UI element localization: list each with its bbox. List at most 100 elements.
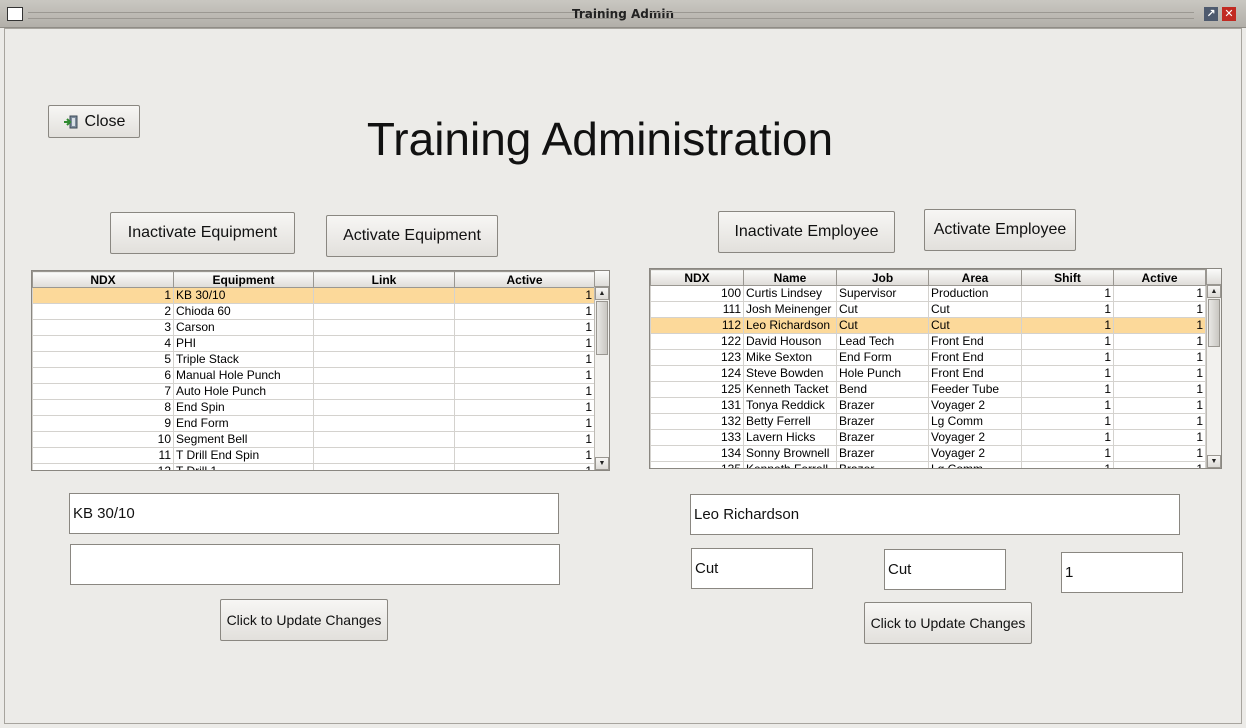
table-row[interactable]: 8 End Spin 1 xyxy=(32,399,595,416)
cell-shift[interactable]: 1 xyxy=(1021,429,1114,446)
table-row[interactable]: 125 Kenneth Tacket Bend Feeder Tube 1 1 xyxy=(650,381,1206,398)
cell-ndx[interactable]: 111 xyxy=(650,301,744,318)
table-row[interactable]: 122 David Houson Lead Tech Front End 1 1 xyxy=(650,333,1206,350)
close-window-icon[interactable]: ✕ xyxy=(1222,7,1236,21)
equipment-table[interactable]: NDX Equipment Link Active 1 KB 30/10 1 2 Chioda… xyxy=(31,270,610,471)
equipment-name-field[interactable]: KB 30/10 xyxy=(69,493,559,534)
cell-ndx[interactable]: 12 xyxy=(32,463,174,470)
table-row[interactable]: 2 Chioda 60 1 xyxy=(32,303,595,320)
cell-name[interactable]: Steve Bowden xyxy=(743,365,837,382)
cell-link[interactable] xyxy=(313,447,455,464)
cell-equipment[interactable]: Carson xyxy=(173,319,314,336)
cell-active[interactable]: 1 xyxy=(454,383,595,400)
cell-link[interactable] xyxy=(313,335,455,352)
cell-equipment[interactable]: Chioda 60 xyxy=(173,303,314,320)
cell-ndx[interactable]: 8 xyxy=(32,399,174,416)
cell-ndx[interactable]: 134 xyxy=(650,445,744,462)
cell-active[interactable]: 1 xyxy=(454,287,595,304)
table-row[interactable]: 132 Betty Ferrell Brazer Lg Comm 1 1 xyxy=(650,413,1206,430)
table-row[interactable]: 124 Steve Bowden Hole Punch Front End 1 1 xyxy=(650,365,1206,382)
cell-shift[interactable]: 1 xyxy=(1021,461,1114,468)
cell-equipment[interactable]: PHI xyxy=(173,335,314,352)
cell-job[interactable]: Bend xyxy=(836,381,929,398)
cell-ndx[interactable]: 3 xyxy=(32,319,174,336)
cell-link[interactable] xyxy=(313,287,455,304)
cell-name[interactable]: Mike Sexton xyxy=(743,349,837,366)
cell-job[interactable]: Brazer xyxy=(836,445,929,462)
cell-active[interactable]: 1 xyxy=(1113,317,1206,334)
cell-equipment[interactable]: Auto Hole Punch xyxy=(173,383,314,400)
table-row[interactable]: 4 PHI 1 xyxy=(32,335,595,352)
cell-area[interactable]: Cut xyxy=(928,317,1022,334)
cell-link[interactable] xyxy=(313,463,455,470)
table-row[interactable]: 135 Kenneth Ferrell Brazer Lg Comm 1 1 xyxy=(650,461,1206,468)
cell-ndx[interactable]: 125 xyxy=(650,381,744,398)
cell-name[interactable]: Kenneth Ferrell xyxy=(743,461,837,468)
equipment-column-header[interactable]: Equipment xyxy=(173,271,314,288)
table-row[interactable]: 133 Lavern Hicks Brazer Voyager 211 xyxy=(650,429,1206,446)
cell-shift[interactable]: 1 xyxy=(1021,317,1114,334)
cell-job[interactable]: Supervisor xyxy=(836,285,929,302)
cell-ndx[interactable]: 10 xyxy=(32,431,174,448)
cell-link[interactable] xyxy=(313,367,455,384)
table-row[interactable]: 9 End Form 1 xyxy=(32,415,595,432)
employee-shift-field[interactable]: 1 xyxy=(1061,552,1183,593)
table-row[interactable]: 123 Mike Sexton End Form Front End 1 1 xyxy=(650,349,1206,366)
table-row[interactable]: 12 T Drill 1 1 xyxy=(32,463,595,470)
cell-name[interactable]: Betty Ferrell xyxy=(743,413,837,430)
table-row[interactable]: 112 Leo Richardson Cut Cut 1 1 xyxy=(650,317,1206,334)
cell-name[interactable]: Tonya Reddick xyxy=(743,397,837,414)
cell-active[interactable]: 1 xyxy=(454,431,595,448)
cell-active[interactable]: 1 xyxy=(1113,285,1206,302)
cell-ndx[interactable]: 6 xyxy=(32,367,174,384)
cell-equipment[interactable]: End Form xyxy=(173,415,314,432)
cell-active[interactable]: 1 xyxy=(1113,461,1206,468)
scrollbar-thumb[interactable] xyxy=(1208,299,1220,347)
employee-column-header[interactable]: Area xyxy=(928,269,1022,286)
cell-ndx[interactable]: 133 xyxy=(650,429,744,446)
cell-ndx[interactable]: 135 xyxy=(650,461,744,468)
cell-name[interactable]: David Houson xyxy=(743,333,837,350)
cell-job[interactable]: End Form xyxy=(836,349,929,366)
cell-area[interactable]: Front End xyxy=(928,349,1022,366)
table-row[interactable]: 10 Segment Bell 1 xyxy=(32,431,595,448)
window-titlebar[interactable]: Training Admin ↗ ✕ xyxy=(0,0,1246,28)
employee-job-field[interactable]: Cut xyxy=(691,548,813,589)
cell-ndx[interactable]: 2 xyxy=(32,303,174,320)
cell-active[interactable]: 1 xyxy=(454,351,595,368)
equipment-column-header[interactable]: Active xyxy=(454,271,595,288)
cell-ndx[interactable]: 11 xyxy=(32,447,174,464)
cell-active[interactable]: 1 xyxy=(454,303,595,320)
cell-active[interactable]: 1 xyxy=(1113,381,1206,398)
table-row[interactable]: 3 Carson 1 xyxy=(32,319,595,336)
cell-area[interactable]: Voyager 2 xyxy=(928,429,1022,446)
maximize-icon[interactable]: ↗ xyxy=(1204,7,1218,21)
cell-job[interactable]: Cut xyxy=(836,301,929,318)
table-row[interactable]: 111 Josh Meinenger Cut Cut 1 1 xyxy=(650,301,1206,318)
scroll-up-arrow-icon[interactable]: ▲ xyxy=(595,287,609,300)
scroll-down-arrow-icon[interactable]: ▼ xyxy=(595,457,609,470)
cell-job[interactable]: Lead Tech xyxy=(836,333,929,350)
update-employee-button[interactable]: Click to Update Changes xyxy=(864,602,1032,644)
cell-area[interactable]: Lg Comm xyxy=(928,461,1022,468)
cell-name[interactable]: Sonny Brownell xyxy=(743,445,837,462)
cell-name[interactable]: Lavern Hicks xyxy=(743,429,837,446)
employee-column-header[interactable]: Shift xyxy=(1021,269,1114,286)
cell-name[interactable]: Kenneth Tacket xyxy=(743,381,837,398)
table-row[interactable]: 100 Curtis Lindsey Supervisor Production 1 1 xyxy=(650,285,1206,302)
equipment-scrollbar[interactable]: ▲ ▼ xyxy=(594,287,609,470)
cell-ndx[interactable]: 1 xyxy=(32,287,174,304)
cell-link[interactable] xyxy=(313,383,455,400)
cell-ndx[interactable]: 112 xyxy=(650,317,744,334)
cell-shift[interactable]: 1 xyxy=(1021,349,1114,366)
cell-ndx[interactable]: 131 xyxy=(650,397,744,414)
cell-job[interactable]: Brazer xyxy=(836,397,929,414)
cell-link[interactable] xyxy=(313,415,455,432)
cell-active[interactable]: 1 xyxy=(1113,349,1206,366)
cell-name[interactable]: Leo Richardson xyxy=(743,317,837,334)
scrollbar-thumb[interactable] xyxy=(596,301,608,355)
cell-active[interactable]: 1 xyxy=(1113,301,1206,318)
cell-active[interactable]: 1 xyxy=(454,319,595,336)
cell-ndx[interactable]: 122 xyxy=(650,333,744,350)
table-row[interactable]: 1 KB 30/10 1 xyxy=(32,287,595,304)
